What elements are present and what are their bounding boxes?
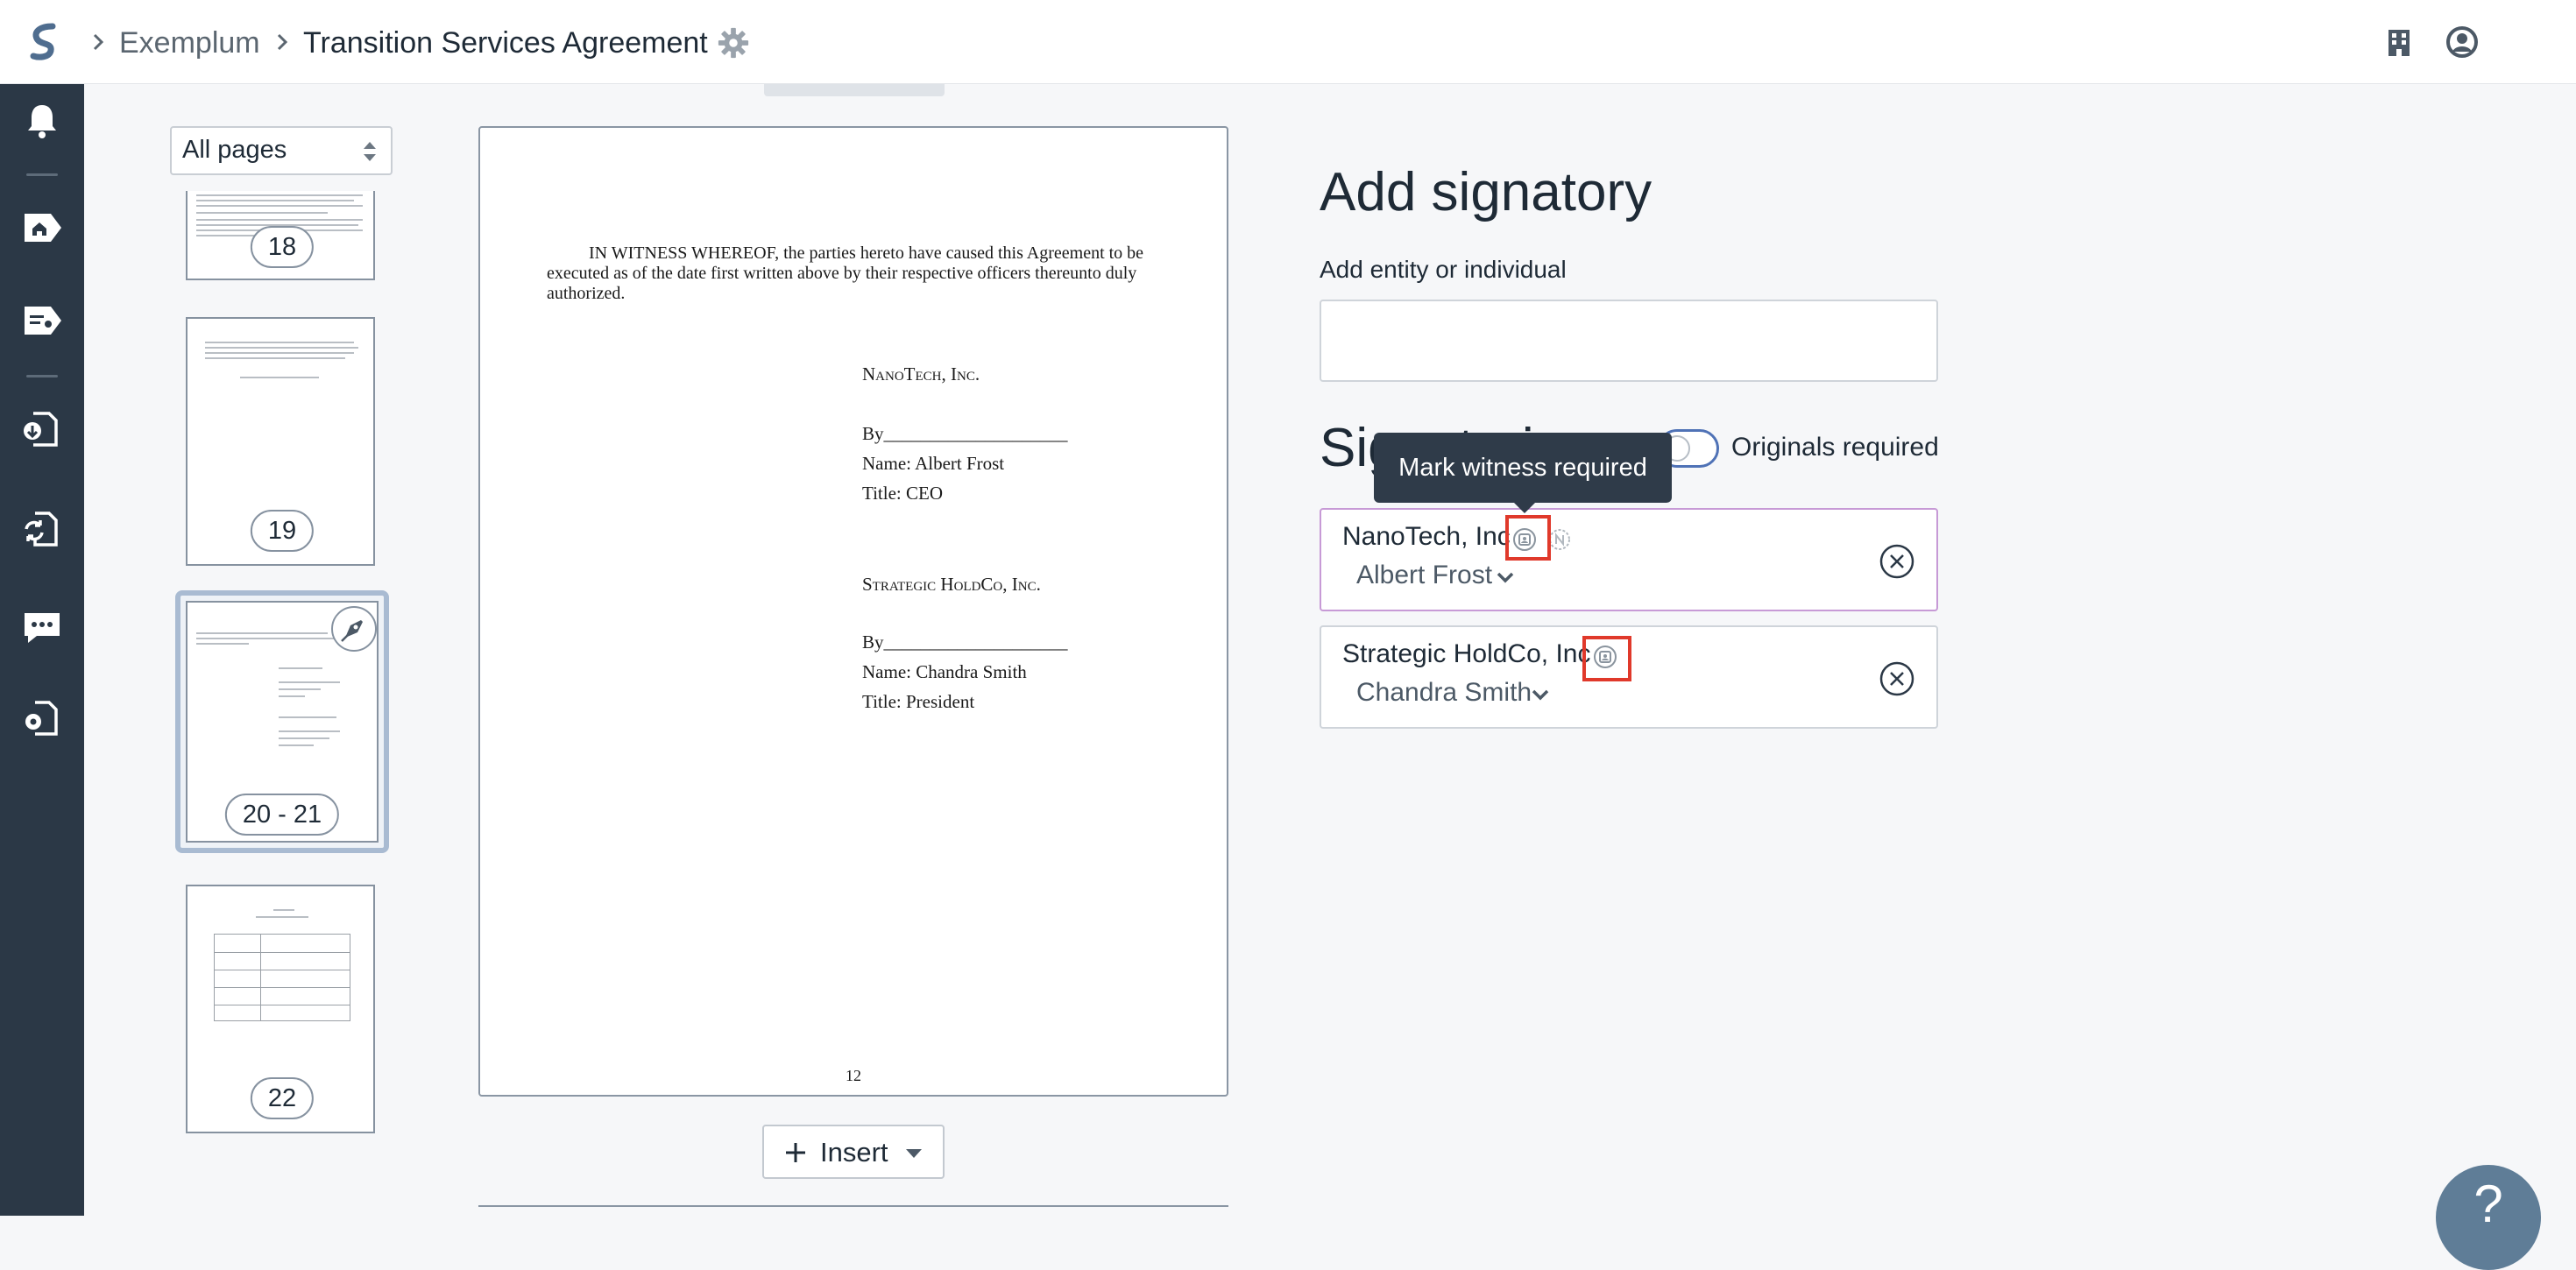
document-page-number: 12 — [846, 1067, 861, 1084]
nav-separator — [26, 375, 58, 377]
party-1-signature-line: By____________________ — [862, 423, 1068, 444]
page-number-badge: 20 - 21 — [224, 794, 340, 836]
pen-nib-icon — [341, 620, 363, 642]
tooltip: Mark witness required — [1374, 433, 1672, 503]
party-1-signer: Name: Albert Frost — [862, 453, 1005, 474]
page-filter-value: All pages — [182, 136, 287, 164]
chat-icon[interactable] — [21, 606, 63, 648]
page-number-badge: 22 — [250, 1077, 315, 1119]
document-sync-icon[interactable] — [21, 508, 63, 550]
sort-arrows-icon — [364, 142, 376, 161]
gear-icon[interactable] — [717, 26, 750, 60]
building-icon[interactable] — [2381, 25, 2417, 60]
user-circle-icon[interactable] — [2445, 25, 2480, 60]
tag-document-icon[interactable] — [21, 300, 63, 342]
document-settings-icon[interactable] — [21, 697, 63, 739]
signature-page-badge — [331, 606, 377, 652]
page-filter-select[interactable]: All pages — [170, 126, 393, 175]
signatory-card[interactable]: NanoTech, Inc Albert Frost — [1320, 508, 1938, 611]
insert-button-label: Insert — [820, 1137, 888, 1168]
left-nav — [0, 84, 84, 1216]
previous-page-edge — [764, 84, 945, 96]
remove-signatory-icon[interactable] — [1879, 543, 1915, 580]
signatory-person[interactable]: Albert Frost — [1356, 561, 1492, 590]
page-title: Transition Services Agreement — [303, 26, 708, 60]
tooltip-arrow — [1514, 503, 1535, 513]
home-icon[interactable] — [21, 207, 63, 249]
witness-icon-highlight — [1505, 515, 1551, 561]
document-download-icon[interactable] — [21, 408, 63, 450]
plus-icon — [786, 1143, 805, 1162]
chevron-right-icon — [277, 33, 288, 51]
top-bar: Exemplum Transition Services Agreement — [0, 0, 2576, 84]
party-2-signer: Name: Chandra Smith — [862, 661, 1027, 682]
signatory-entity: Strategic HoldCo, Inc — [1342, 639, 1591, 668]
thumbnail-table — [214, 934, 350, 1021]
insert-button[interactable]: Insert — [762, 1125, 945, 1179]
signatory-person[interactable]: Chandra Smith — [1356, 678, 1532, 708]
page-number-badge: 19 — [250, 510, 315, 552]
help-button-label: ? — [2473, 1175, 2503, 1233]
signatory-entity: NanoTech, Inc — [1342, 522, 1511, 551]
party-1-name: NanoTech, Inc. — [862, 363, 980, 385]
page-number-badge: 18 — [250, 226, 315, 268]
party-2-name: Strategic HoldCo, Inc. — [862, 574, 1041, 595]
add-signatory-title: Add signatory — [1320, 162, 1652, 222]
party-1-title: Title: CEO — [862, 483, 943, 504]
entity-input[interactable] — [1320, 300, 1938, 382]
document-page: IN WITNESS WHEREOF, the parties hereto h… — [478, 126, 1228, 1097]
page-thumbnails: 18 19 20 - 21 22 — [131, 191, 421, 1216]
notary-required-icon[interactable] — [1547, 527, 1572, 552]
breadcrumb-org-link[interactable]: Exemplum — [119, 23, 260, 63]
party-2-signature-line: By____________________ — [862, 631, 1068, 653]
bell-icon[interactable] — [21, 100, 63, 142]
originals-required-label: Originals required — [1731, 433, 1939, 462]
caret-down-icon — [906, 1149, 922, 1158]
witness-icon-highlight — [1582, 636, 1631, 681]
help-button[interactable]: ? — [2436, 1165, 2541, 1270]
chevron-right-icon — [93, 33, 104, 51]
app-logo-icon[interactable] — [23, 21, 65, 63]
witness-paragraph: IN WITNESS WHEREOF, the parties hereto h… — [547, 243, 1144, 303]
chevron-down-icon[interactable] — [1497, 571, 1514, 583]
entity-field-label: Add entity or individual — [1320, 256, 1567, 283]
remove-signatory-icon[interactable] — [1879, 660, 1915, 697]
chevron-down-icon[interactable] — [1532, 688, 1549, 701]
party-2-title: Title: President — [862, 691, 975, 712]
nav-separator — [26, 173, 58, 176]
